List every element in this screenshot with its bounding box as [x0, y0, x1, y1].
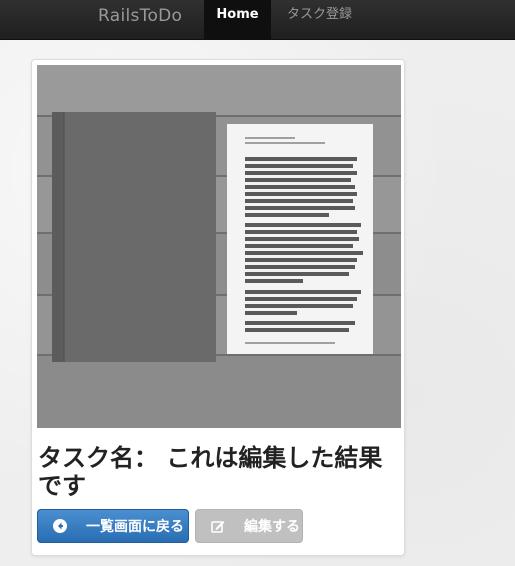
edit-button[interactable]: 編集する	[195, 509, 303, 543]
back-to-list-button[interactable]: 一覧画面に戻る	[37, 509, 189, 543]
back-to-list-label: 一覧画面に戻る	[86, 519, 184, 535]
arrow-circle-left-icon	[50, 516, 70, 536]
navbar: RailsToDo Home タスク登録	[0, 0, 515, 40]
edit-label: 編集する	[244, 519, 300, 535]
nav-task-register[interactable]: タスク登録	[287, 0, 352, 40]
task-image-graphic	[37, 65, 401, 428]
task-title: タスク名： これは編集した結果です	[38, 444, 383, 500]
task-card: タスク名： これは編集した結果です 一覧画面に戻る 編集する	[31, 59, 405, 556]
nav-home[interactable]: Home	[204, 0, 271, 40]
task-image	[37, 65, 401, 428]
edit-icon	[208, 516, 228, 536]
brand-link[interactable]: RailsToDo	[98, 6, 182, 26]
